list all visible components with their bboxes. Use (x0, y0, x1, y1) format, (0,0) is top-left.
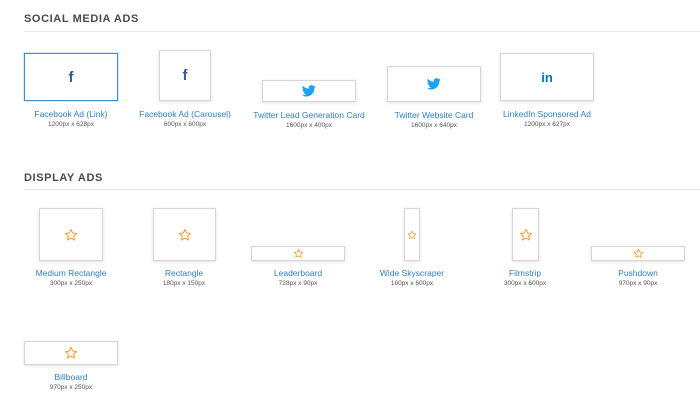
ad-preview-card[interactable]: f (159, 50, 211, 101)
ad-dimensions: 300px x 600px (503, 280, 547, 287)
star-icon (178, 228, 191, 240)
ad-dimensions: 1600px x 640px (411, 122, 457, 129)
ad-dimensions: 728px x 90px (278, 280, 318, 287)
ad-preview-card[interactable]: in (500, 53, 594, 101)
ad-label[interactable]: Facebook Ad (Carousel) (139, 109, 231, 119)
ad-label[interactable]: Leaderboard (274, 268, 322, 278)
ad-label[interactable]: Pushdown (618, 268, 658, 278)
ad-dimensions: 1600px x 400px (286, 122, 332, 129)
ad-label[interactable]: Twitter Lead Generation Card (253, 110, 365, 120)
star-icon (519, 228, 532, 240)
section-divider-display (24, 189, 700, 190)
ad-label[interactable]: Wide Skyscraper (380, 268, 444, 278)
ad-label[interactable]: LinkedIn Sponsored Ad (503, 109, 591, 119)
ad-preview-card[interactable] (24, 341, 118, 365)
ad-preview-card[interactable] (251, 246, 345, 261)
ad-preview-card[interactable] (591, 246, 685, 261)
ad-preview-card[interactable] (262, 80, 356, 102)
ad-dimensions: 600px x 600px (163, 121, 207, 128)
ad-template-filmstrip[interactable]: Filmstrip 300px x 600px (478, 208, 572, 290)
ad-template-billboard[interactable]: Billboard 970px x 250px (24, 341, 118, 393)
ad-template-rectangle[interactable]: Rectangle 180px x 150px (137, 208, 231, 290)
ad-preview-card[interactable]: f (24, 53, 118, 101)
ad-template-linkedin-sponsored[interactable]: in LinkedIn Sponsored Ad 1200px x 627px (500, 53, 594, 132)
ad-preview-card[interactable] (39, 208, 103, 261)
twitter-bird-icon (302, 85, 316, 97)
section-title-display: DISPLAY ADS (24, 172, 103, 184)
ad-label[interactable]: Twitter Website Card (395, 110, 474, 120)
ad-dimensions: 970px x 90px (618, 280, 658, 287)
ad-template-pushdown[interactable]: Pushdown 970px x 90px (591, 246, 685, 290)
ad-preview-card[interactable] (404, 208, 420, 261)
ad-label[interactable]: Billboard (54, 372, 87, 382)
section-divider-social (24, 31, 700, 32)
star-icon (64, 346, 78, 359)
ad-dimensions: 180px x 150px (162, 280, 206, 287)
ad-dimensions: 1200px x 627px (524, 121, 570, 128)
twitter-bird-icon (427, 78, 441, 90)
ad-dimensions: 1200px x 628px (48, 121, 94, 128)
ad-dimensions: 970px x 250px (49, 384, 93, 391)
star-icon (633, 248, 643, 258)
ad-label[interactable]: Rectangle (165, 268, 203, 278)
star-icon (293, 248, 303, 258)
ad-template-facebook-carousel[interactable]: f Facebook Ad (Carousel) 600px x 600px (138, 50, 232, 132)
ad-preview-card[interactable] (512, 208, 539, 261)
ad-label[interactable]: Facebook Ad (Link) (34, 109, 107, 119)
ad-dimensions: 160px x 600px (390, 280, 434, 287)
ad-template-leaderboard[interactable]: Leaderboard 728px x 90px (251, 246, 345, 290)
facebook-icon: f (68, 68, 74, 86)
ad-template-medium-rectangle[interactable]: Medium Rectangle 300px x 250px (24, 208, 118, 290)
ad-template-twitter-lead-generation[interactable]: Twitter Lead Generation Card 1600px x 40… (253, 80, 365, 132)
linkedin-icon: in (541, 69, 553, 85)
star-icon (64, 228, 78, 240)
ad-template-twitter-website[interactable]: Twitter Website Card 1600px x 640px (387, 66, 481, 132)
facebook-icon: f (182, 67, 188, 84)
ad-preview-card[interactable] (387, 66, 481, 102)
star-icon (407, 230, 417, 239)
ad-preview-card[interactable] (153, 208, 216, 261)
ad-template-facebook-link[interactable]: f Facebook Ad (Link) 1200px x 628px (24, 53, 118, 133)
ad-dimensions: 300px x 250px (49, 280, 93, 287)
ad-label[interactable]: Filmstrip (509, 268, 541, 278)
section-title-social: SOCIAL MEDIA ADS (24, 13, 139, 25)
ad-label[interactable]: Medium Rectangle (36, 268, 107, 278)
ad-template-wide-skyscraper[interactable]: Wide Skyscraper 160px x 600px (365, 208, 459, 290)
